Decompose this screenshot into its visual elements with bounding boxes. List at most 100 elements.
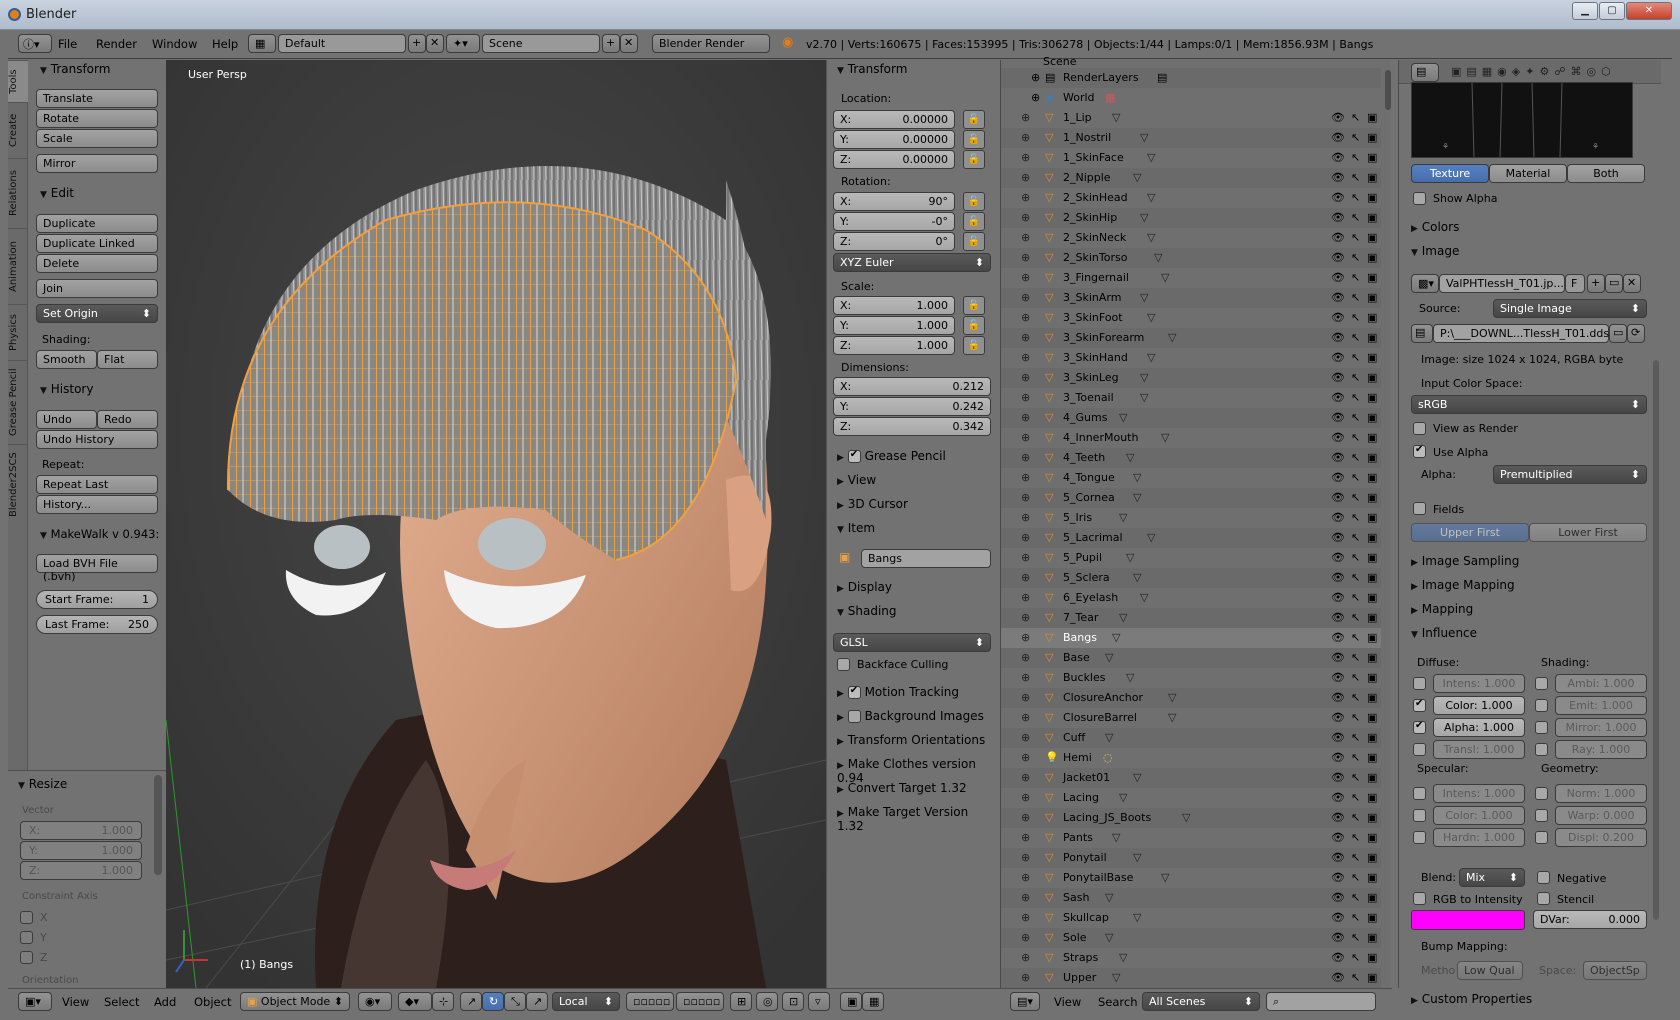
undo-history-button[interactable]: Undo History — [36, 430, 158, 449]
menu-add[interactable]: Add — [154, 995, 176, 1009]
influence-scolor-field[interactable]: Color: 1.000 — [1433, 806, 1525, 825]
3d-viewport[interactable]: User Persp (1) Bangs — [166, 60, 826, 988]
cursor-select-icon[interactable]: ↖ — [1351, 868, 1360, 888]
smooth-button[interactable]: Smooth — [36, 350, 97, 369]
outliner-row[interactable]: ⊕ ▽ Lacing_JS_Boots ▽ 👁 ↖ ▣ — [1001, 808, 1381, 828]
expand-icon[interactable]: ⊕ — [1021, 948, 1030, 968]
camera-render-icon[interactable]: ▣ — [1367, 108, 1377, 128]
location-z-field[interactable]: Z: 0.00000 — [833, 150, 955, 169]
image-mapping-panel-header[interactable]: ▶ Image Mapping — [1411, 578, 1515, 592]
eye-icon[interactable]: 👁 — [1331, 768, 1345, 788]
eye-icon[interactable]: 👁 — [1331, 408, 1345, 428]
source-dropdown[interactable]: Single Image ⬍ — [1493, 299, 1647, 318]
delete-button[interactable]: Delete — [36, 254, 158, 273]
load-bvh-button[interactable]: Load BVH File (.bvh) — [36, 554, 158, 583]
lock-icon[interactable]: 🔓 — [963, 192, 985, 211]
eye-icon[interactable]: 👁 — [1331, 308, 1345, 328]
lock-icon[interactable]: 🔓 — [963, 296, 985, 315]
outliner-row[interactable]: ⊕ ▽ 6_Eyelash ▽ 👁 ↖ ▣ — [1001, 588, 1381, 608]
manipulator-icon[interactable]: ⊹ — [432, 992, 454, 1011]
influence-displ-checkbox[interactable] — [1535, 831, 1548, 844]
expand-icon[interactable]: ⊕ — [1021, 208, 1030, 228]
eye-icon[interactable]: 👁 — [1331, 288, 1345, 308]
outliner-row[interactable]: ⊕ ▽ 4_InnerMouth ▽ 👁 ↖ ▣ — [1001, 428, 1381, 448]
reload-icon[interactable]: ⟳ — [1627, 324, 1645, 343]
outliner-row[interactable]: ⊕ ▽ 5_Lacrimal ▽ 👁 ↖ ▣ — [1001, 528, 1381, 548]
cursor-select-icon[interactable]: ↖ — [1351, 688, 1360, 708]
influence-displ-field[interactable]: Displ: 0.200 — [1555, 828, 1647, 847]
repeat-last-button[interactable]: Repeat Last — [36, 475, 158, 494]
lock-layers-icon[interactable]: ⊞ — [730, 992, 752, 1011]
influence-intens-field[interactable]: Intens: 1.000 — [1433, 674, 1525, 693]
color-space-dropdown[interactable]: sRGB ⬍ — [1411, 395, 1647, 414]
expand-icon[interactable]: ⊕ — [1021, 288, 1030, 308]
outliner-row[interactable]: ⊕ ▽ Lacing ▽ 👁 ↖ ▣ — [1001, 788, 1381, 808]
constraint-x-checkbox[interactable] — [20, 911, 33, 924]
menu-render[interactable]: Render — [96, 37, 137, 51]
custom-properties-panel-header[interactable]: ▶ Custom Properties — [1411, 992, 1532, 1006]
eye-icon[interactable]: 👁 — [1331, 128, 1345, 148]
expand-icon[interactable]: ⊕ — [1031, 68, 1040, 88]
expand-icon[interactable]: ⊕ — [1021, 228, 1030, 248]
outliner-row[interactable]: ⊕ ▽ 4_Gums ▽ 👁 ↖ ▣ — [1001, 408, 1381, 428]
cursor-select-icon[interactable]: ↖ — [1351, 528, 1360, 548]
expand-icon[interactable]: ⊕ — [1021, 468, 1030, 488]
lock-icon[interactable]: 🔓 — [963, 232, 985, 251]
outliner-row[interactable]: ⊕ ▽ 4_Teeth ▽ 👁 ↖ ▣ — [1001, 448, 1381, 468]
flat-button[interactable]: Flat — [97, 350, 158, 369]
eye-icon[interactable]: 👁 — [1331, 148, 1345, 168]
scene-field[interactable]: Scene — [482, 34, 600, 53]
cursor-select-icon[interactable]: ↖ — [1351, 788, 1360, 808]
expand-icon[interactable]: ⊕ — [1021, 668, 1030, 688]
opengl-anim-icon[interactable]: ▦ — [862, 992, 884, 1011]
minimize-button[interactable]: ▁ — [1572, 2, 1598, 20]
eye-icon[interactable]: 👁 — [1331, 368, 1345, 388]
resize-x-field[interactable]: X: 1.000 — [20, 821, 142, 840]
camera-render-icon[interactable]: ▣ — [1367, 968, 1377, 988]
eye-icon[interactable]: 👁 — [1331, 188, 1345, 208]
expand-icon[interactable]: ⊕ — [1021, 168, 1030, 188]
influence-color-checkbox[interactable] — [1413, 698, 1426, 712]
layers-grid-2[interactable]: ▫▫▫▫▫ — [676, 992, 724, 1011]
influence-emit-checkbox[interactable] — [1535, 699, 1548, 712]
editor-type-info-icon[interactable]: ⓘ▾ — [18, 34, 52, 53]
outliner-row[interactable]: ⊕ ▽ 7_Tear ▽ 👁 ↖ ▣ — [1001, 608, 1381, 628]
rotation-mode-dropdown[interactable]: XYZ Euler ⬍ — [833, 253, 991, 272]
expand-icon[interactable]: ⊕ — [1031, 88, 1040, 108]
scale-x-field[interactable]: X: 1.000 — [833, 296, 955, 315]
redo-button[interactable]: Redo — [97, 410, 158, 429]
display-mode-dropdown[interactable]: All Scenes ⬍ — [1142, 992, 1260, 1011]
expand-icon[interactable]: ⊕ — [1021, 888, 1030, 908]
expand-icon[interactable]: ⊕ — [1021, 688, 1030, 708]
cursor-select-icon[interactable]: ↖ — [1351, 608, 1360, 628]
eye-icon[interactable]: 👁 — [1331, 548, 1345, 568]
cursor-select-icon[interactable]: ↖ — [1351, 368, 1360, 388]
cursor-select-icon[interactable]: ↖ — [1351, 328, 1360, 348]
camera-render-icon[interactable]: ▣ — [1367, 648, 1377, 668]
cursor-select-icon[interactable]: ↖ — [1351, 588, 1360, 608]
expand-icon[interactable]: ⊕ — [1021, 628, 1030, 648]
editor-type-properties-icon[interactable]: ▤ — [1411, 63, 1439, 82]
expand-icon[interactable]: ⊕ — [1021, 828, 1030, 848]
lower-first-button[interactable]: Lower First — [1529, 523, 1647, 542]
camera-render-icon[interactable]: ▣ — [1367, 248, 1377, 268]
camera-render-icon[interactable]: ▣ — [1367, 348, 1377, 368]
cursor-select-icon[interactable]: ↖ — [1351, 888, 1360, 908]
expand-icon[interactable]: ⊕ — [1021, 588, 1030, 608]
panel-makewalk-header[interactable]: ▼ MakeWalk v 0.943: — [40, 527, 159, 541]
cursor-select-icon[interactable]: ↖ — [1351, 908, 1360, 928]
editor-type-outliner-icon[interactable]: ▤▾ — [1010, 992, 1040, 1011]
new-image-icon[interactable]: + — [1587, 274, 1605, 293]
opengl-render-icon[interactable]: ▣ — [840, 992, 862, 1011]
undo-button[interactable]: Undo — [36, 410, 97, 429]
eye-icon[interactable]: 👁 — [1331, 628, 1345, 648]
shading-mode-dropdown[interactable]: GLSL ⬍ — [833, 633, 991, 652]
screen-layout-icon[interactable]: ▦ — [248, 34, 276, 53]
outliner-row[interactable]: ⊕ ▽ ClosureBarrel ▽ 👁 ↖ ▣ — [1001, 708, 1381, 728]
influence-alpha_inf-checkbox[interactable] — [1413, 720, 1426, 734]
influence-sintens-checkbox[interactable] — [1413, 787, 1426, 800]
expand-icon[interactable]: ⊕ — [1021, 328, 1030, 348]
rotation-z-field[interactable]: Z: 0° — [833, 232, 955, 251]
outliner-row[interactable]: ⊕ ▽ 3_SkinFoot ▽ 👁 ↖ ▣ — [1001, 308, 1381, 328]
add-scene-icon[interactable]: + — [602, 34, 620, 53]
